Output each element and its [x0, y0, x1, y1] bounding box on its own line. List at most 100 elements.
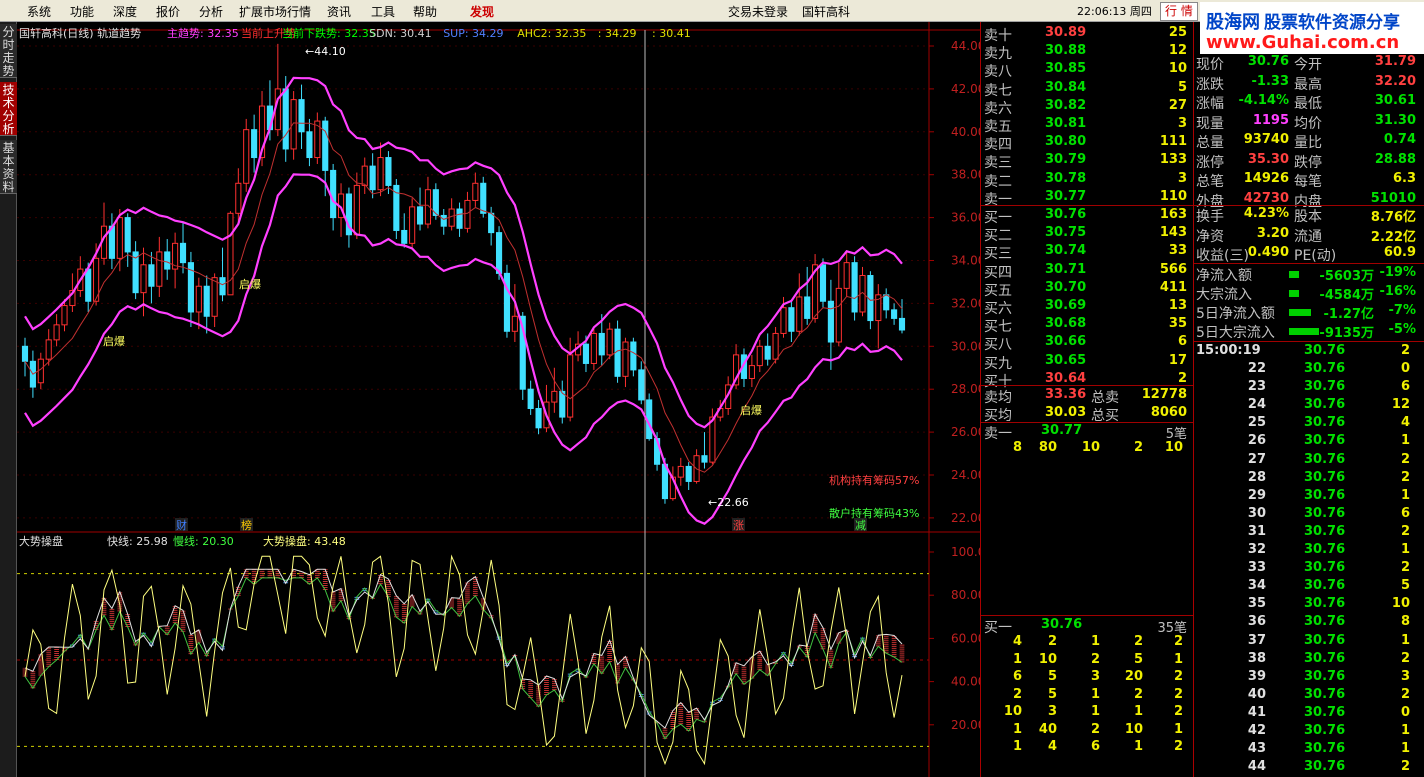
menu-item-6[interactable]: 资讯 — [327, 3, 351, 20]
queue-buy-item-6-2: 6 — [1090, 739, 1100, 754]
buy-label-4: 买五 — [984, 282, 1012, 299]
quote2-value-0: 4.23% — [1243, 206, 1289, 221]
tick-vol-7: 1 — [1400, 487, 1410, 503]
candle-body-99 — [804, 296, 811, 319]
queue-buy-item-3-0: 2 — [1012, 686, 1022, 702]
flow-value-0: -5603万 — [1319, 269, 1374, 284]
menu-item-3[interactable]: 报价 — [156, 3, 180, 20]
sell-label-0: 卖十 — [984, 28, 1012, 44]
flow-value-3: -9135万 — [1319, 326, 1374, 341]
candle-body-97 — [788, 307, 795, 332]
y-tick-label-7: 30.00 — [951, 339, 980, 353]
tab-quote[interactable]: 行 情 — [1160, 2, 1198, 21]
sell-vol-4: 27 — [1168, 97, 1187, 113]
tick-price-8: 30.76 — [1304, 505, 1346, 521]
tick-time-2: 24 — [1247, 397, 1266, 413]
queue-buy-item-0-2: 1 — [1090, 634, 1100, 649]
tick-price-2: 30.76 — [1304, 397, 1346, 413]
buy-price-2: 30.74 — [1045, 243, 1087, 259]
login-status[interactable]: 交易未登录 — [728, 3, 788, 20]
menu-item-5[interactable]: 扩展市场行情 — [239, 3, 311, 20]
buy-price-1: 30.75 — [1045, 225, 1087, 241]
candle-body-86 — [701, 455, 708, 463]
candle-body-60 — [495, 232, 503, 274]
quote2-label2-1: 流通 — [1294, 228, 1322, 245]
buy-label-8: 买九 — [984, 355, 1012, 372]
sub-tick-label-4: 20.00 — [951, 718, 980, 732]
sub-tick-label-2: 60.00 — [951, 631, 980, 645]
sell-vol-5: 3 — [1177, 116, 1187, 131]
quote-value2-2: 30.61 — [1374, 93, 1416, 108]
candle-body-87 — [709, 416, 716, 463]
queue-buy-item-4-1: 3 — [1047, 704, 1057, 719]
queue-sell-item-2: 10 — [1081, 440, 1100, 455]
candle-body-33 — [282, 88, 289, 150]
candle-body-110 — [891, 309, 898, 319]
queue-buy-item-4-2: 1 — [1090, 704, 1100, 719]
candle-body-71 — [582, 343, 590, 364]
chart-canvas[interactable]: 44.00 42.00 40.00 38.00 36.00 34.00 32.00 30.00… — [17, 22, 980, 777]
buy-label-5: 买六 — [984, 301, 1012, 317]
buy-price-4: 30.70 — [1045, 279, 1087, 295]
buy-vol-7: 6 — [1177, 334, 1187, 350]
candle-body-102 — [827, 300, 834, 343]
tick-price-13: 30.76 — [1304, 596, 1346, 612]
candle-body-53 — [440, 214, 447, 227]
total-sell-value: 12778 — [1141, 387, 1187, 402]
sell-price-5: 30.81 — [1045, 116, 1087, 131]
avg-sell-value: 33.36 — [1045, 387, 1087, 402]
left-tab-2[interactable]: 基本资料 — [0, 140, 17, 194]
flow-bar-0 — [1289, 271, 1299, 278]
tick-vol-15: 1 — [1400, 632, 1410, 648]
tick-vol-6: 2 — [1400, 469, 1410, 485]
tick-time-first: 15:00:19 — [1196, 343, 1261, 358]
tick-vol-21: 1 — [1400, 741, 1410, 757]
menu-item-8[interactable]: 帮助 — [413, 3, 437, 20]
candle-body-15 — [140, 264, 147, 294]
quote-divider-2 — [1194, 263, 1424, 264]
header-item-5: AHC2: 32.35 — [517, 27, 586, 40]
quote-value2-4: 0.74 — [1383, 132, 1416, 147]
kline-chart[interactable]: 44.00 42.00 40.00 38.00 36.00 34.00 32.00 30.00… — [17, 22, 980, 777]
menu-item-4[interactable]: 分析 — [199, 3, 223, 20]
event-marker-2: 涨 — [733, 519, 744, 532]
candle-body-50 — [416, 206, 424, 225]
tick-vol-20: 1 — [1400, 723, 1410, 738]
quote-divider-3 — [1194, 341, 1424, 342]
ob-divider-1 — [981, 205, 1194, 206]
candle-body-45 — [377, 157, 384, 191]
candle-body-5 — [61, 305, 68, 326]
clock: 22:06:13 周四 — [1077, 5, 1152, 18]
buy-price-5: 30.69 — [1045, 298, 1087, 313]
menu-item-1[interactable]: 功能 — [70, 3, 94, 20]
tick-vol-10: 1 — [1400, 542, 1410, 557]
tick-vol-0: 0 — [1400, 361, 1410, 376]
queue-buy-item-2-3: 20 — [1124, 669, 1143, 684]
queue-sell-label: 卖一 — [984, 426, 1012, 442]
tick-price-11: 30.76 — [1304, 560, 1346, 576]
queue-buy-item-0-4: 2 — [1173, 634, 1183, 649]
tick-vol-22: 2 — [1400, 759, 1410, 775]
queue-buy-item-2-1: 5 — [1047, 669, 1057, 684]
candle-body-58 — [480, 182, 487, 214]
buy-label-1: 买二 — [984, 228, 1012, 245]
queue-buy-item-0-0: 4 — [1012, 634, 1022, 649]
chart-title: 国轩高科(日线) 轨道趋势 — [19, 26, 141, 40]
queue-buy-item-5-1: 40 — [1038, 721, 1057, 737]
left-tab-1[interactable]: 技术分析 — [0, 82, 17, 136]
menu-item-0[interactable]: 系统 — [27, 3, 51, 20]
left-tab-0[interactable]: 分时走势 — [0, 24, 17, 78]
queue-buy-item-1-0: 1 — [1012, 651, 1022, 667]
candle-body-62 — [511, 315, 518, 332]
candle-body-12 — [116, 217, 123, 259]
buy-price-6: 30.68 — [1045, 316, 1087, 332]
queue-buy-item-2-0: 6 — [1012, 669, 1022, 684]
menu-item-2[interactable]: 深度 — [113, 3, 137, 20]
quote-label-4: 总量 — [1196, 135, 1224, 151]
quote-label2-3: 均价 — [1294, 115, 1322, 132]
menu-discover[interactable]: 发现 — [470, 3, 494, 20]
sell-price-1: 30.88 — [1045, 43, 1087, 59]
candle-body-83 — [677, 465, 684, 478]
menu-item-7[interactable]: 工具 — [371, 3, 395, 20]
queue-buy-item-3-1: 5 — [1047, 686, 1057, 702]
